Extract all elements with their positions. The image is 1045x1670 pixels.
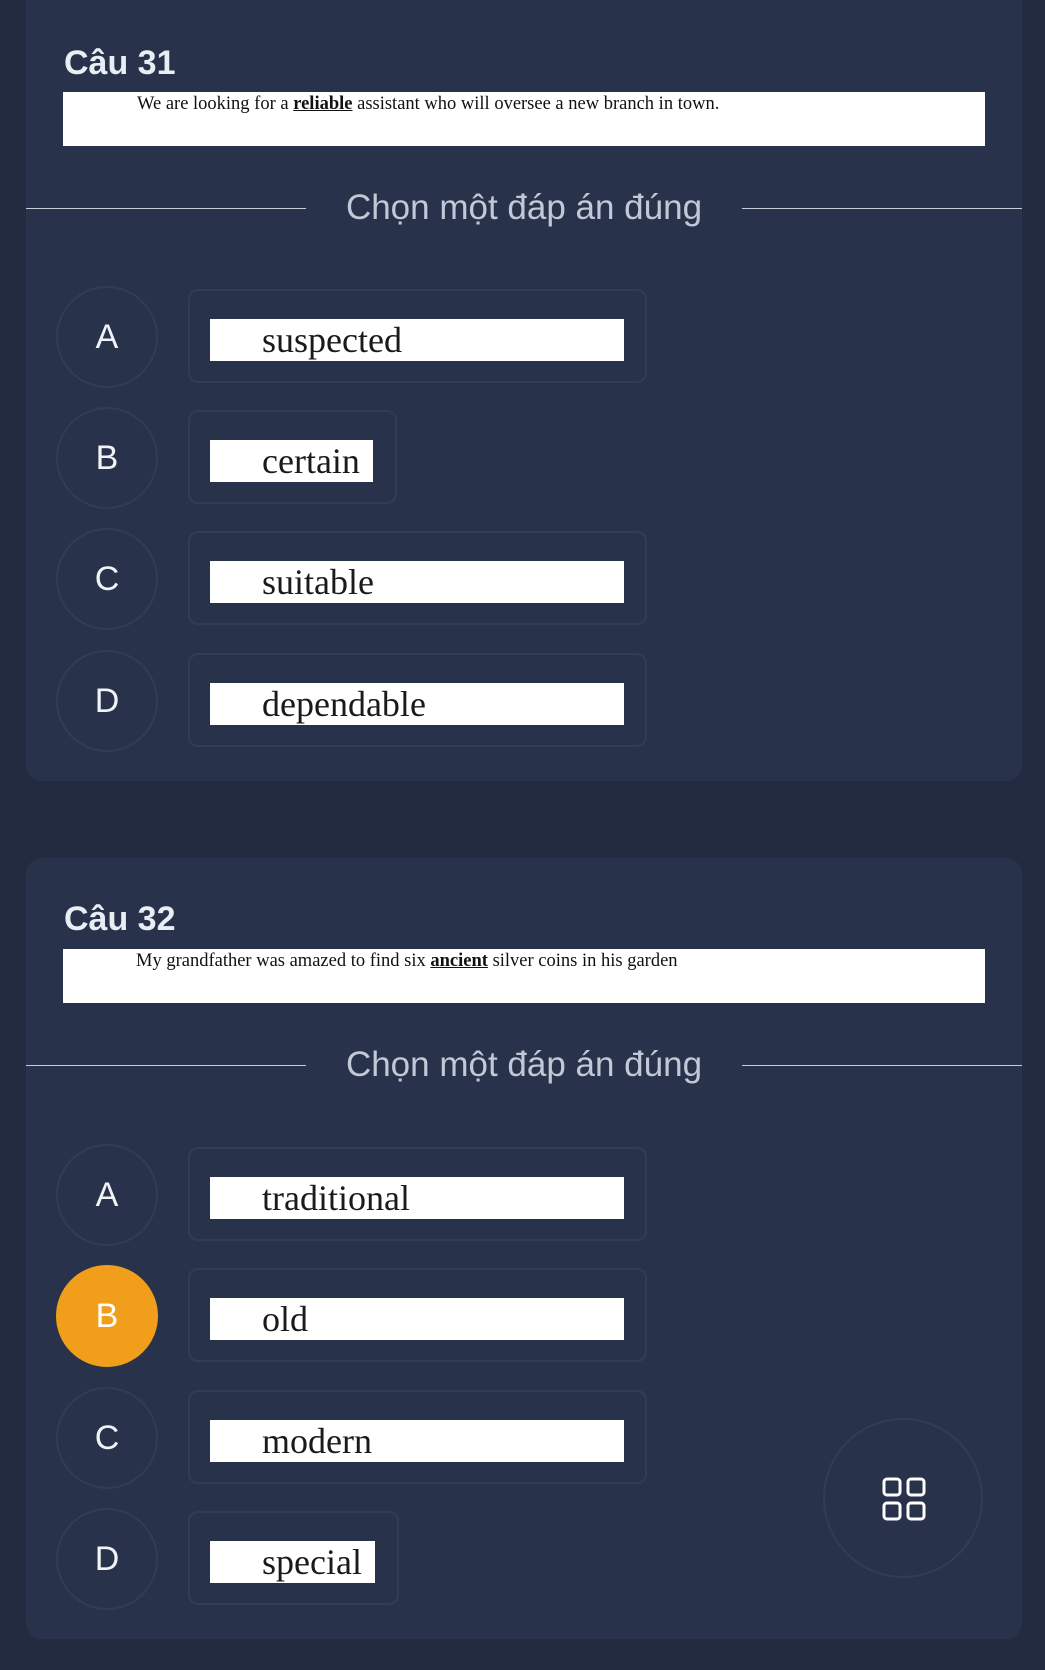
answer-prompt: Chọn một đáp án đúng [345, 1045, 703, 1084]
question-text: We are looking for a reliable assistant … [137, 94, 720, 114]
option-text: special [262, 1542, 362, 1582]
question-text: My grandfather was amazed to find six an… [136, 951, 678, 971]
answer-prompt-divider: Chọn một đáp án đúng [26, 1045, 1022, 1085]
option-letter[interactable]: B [56, 407, 158, 509]
question-text-box: We are looking for a reliable assistant … [63, 92, 985, 146]
question-card: Câu 31 We are looking for a reliable ass… [26, 0, 1022, 781]
question-keyword: ancient [430, 951, 488, 971]
answer-prompt-divider: Chọn một đáp án đúng [26, 188, 1022, 228]
question-text-box: My grandfather was amazed to find six an… [63, 949, 985, 1003]
option-text: traditional [262, 1178, 410, 1218]
option-d[interactable]: D dependable [26, 650, 1022, 752]
divider-line [742, 208, 1022, 209]
option-c[interactable]: C suitable [26, 528, 1022, 630]
divider-line [26, 1065, 306, 1066]
divider-line [26, 208, 306, 209]
answer-prompt: Chọn một đáp án đúng [345, 188, 703, 227]
option-letter[interactable]: C [56, 1387, 158, 1489]
question-title: Câu 32 [64, 900, 176, 938]
option-b[interactable]: B certain [26, 407, 1022, 509]
option-text: modern [262, 1421, 372, 1461]
option-answer-box[interactable]: old [188, 1268, 647, 1362]
option-letter[interactable]: D [56, 650, 158, 752]
option-a[interactable]: A traditional [26, 1144, 1022, 1246]
option-text: old [262, 1299, 309, 1339]
option-answer-box[interactable]: suspected [188, 289, 647, 383]
option-letter[interactable]: A [56, 286, 158, 388]
option-letter[interactable]: A [56, 1144, 158, 1246]
option-letter[interactable]: D [56, 1508, 158, 1610]
question-grid-button[interactable] [823, 1418, 983, 1578]
divider-line [742, 1065, 1022, 1066]
option-answer-box[interactable]: dependable [188, 653, 647, 747]
option-letter[interactable]: C [56, 528, 158, 630]
option-a[interactable]: A suspected [26, 286, 1022, 388]
option-answer-box[interactable]: modern [188, 1390, 647, 1484]
grid-icon [882, 1477, 926, 1521]
question-title: Câu 31 [64, 44, 176, 82]
option-text: certain [262, 441, 360, 481]
option-b[interactable]: B old [26, 1265, 1022, 1367]
option-answer-box[interactable]: certain [188, 410, 397, 504]
option-letter-selected[interactable]: B [56, 1265, 158, 1367]
option-text: dependable [262, 684, 426, 724]
question-keyword: reliable [293, 94, 353, 114]
option-answer-box[interactable]: suitable [188, 531, 647, 625]
option-answer-box[interactable]: traditional [188, 1147, 647, 1241]
option-answer-box[interactable]: special [188, 1511, 399, 1605]
option-text: suspected [262, 320, 402, 360]
option-text: suitable [262, 562, 374, 602]
